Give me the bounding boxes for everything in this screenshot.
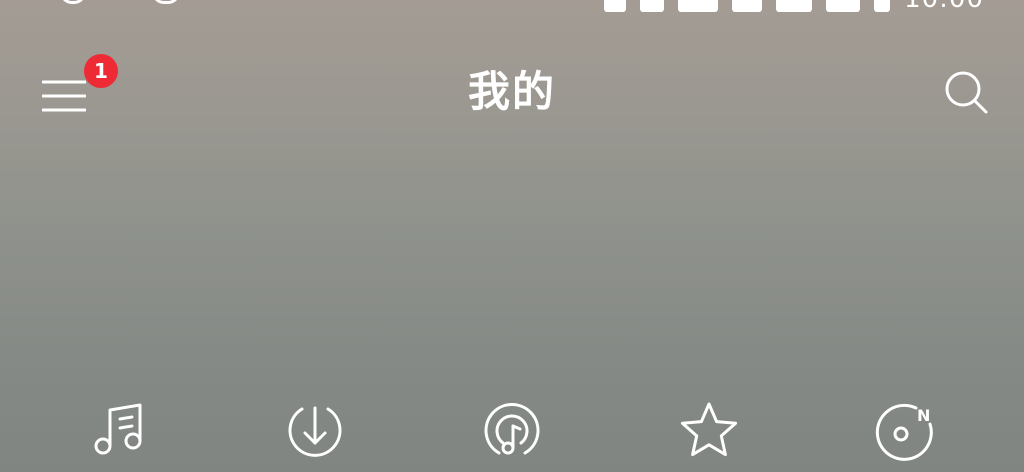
search-button[interactable] xyxy=(942,68,990,116)
signal-icon xyxy=(826,0,861,12)
battery-icon xyxy=(874,0,891,12)
status-time: 10:00 xyxy=(904,0,984,12)
vibrate-icon xyxy=(640,0,665,12)
svg-text:N: N xyxy=(917,406,930,425)
notification-icon xyxy=(152,0,180,4)
quick-action-local-music[interactable] xyxy=(84,396,154,466)
quick-action-download[interactable] xyxy=(280,396,350,466)
wifi-icon xyxy=(776,0,813,12)
quick-actions-row: N xyxy=(0,392,1024,472)
page-title: 我的 xyxy=(467,67,556,116)
star-icon xyxy=(680,402,738,457)
top-header: 1 我的 xyxy=(0,40,1024,150)
alarm-icon xyxy=(604,0,627,12)
signal-icon xyxy=(732,0,763,12)
hd-icon xyxy=(678,0,719,12)
quick-action-recent-play[interactable]: N xyxy=(870,396,940,466)
status-system-icons: 10:00 xyxy=(604,0,984,12)
search-icon xyxy=(945,71,988,114)
my-page-screen: 10:00 1 我的 xyxy=(0,0,1024,472)
notification-icon xyxy=(60,0,86,4)
status-bar: 10:00 xyxy=(0,0,1024,12)
quick-action-podcast[interactable] xyxy=(477,396,547,466)
quick-action-favorites[interactable] xyxy=(674,396,744,466)
music-note-icon xyxy=(94,403,142,455)
podcast-icon xyxy=(484,403,540,455)
recent-play-icon: N xyxy=(875,403,933,461)
download-icon xyxy=(288,406,342,457)
